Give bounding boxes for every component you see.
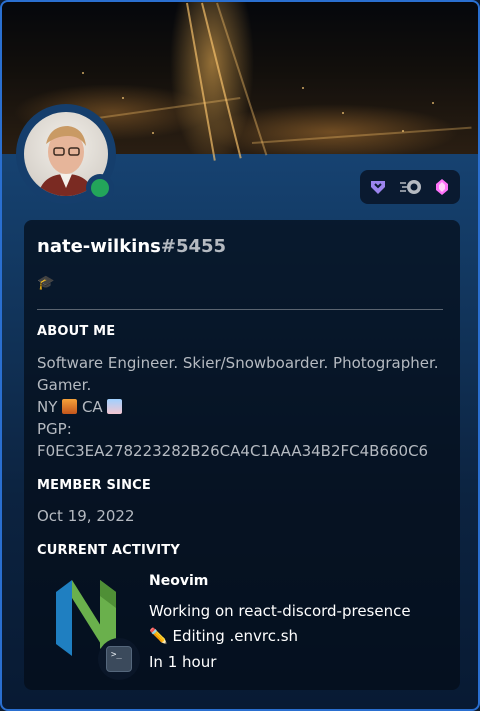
boost-gem-icon[interactable] [432,177,452,197]
pencil-icon: ✏️ [149,627,168,645]
online-status-indicator [86,174,114,202]
ca-label: CA [81,398,103,416]
about-location-line: NY CA [37,396,123,418]
pgp-label: PGP: [37,420,72,438]
terminal-badge: >_ [98,638,140,680]
activity-state-text: Editing .envrc.sh [172,627,299,645]
profile-card: nate-wilkins#5455 🎓 ABOUT ME Software En… [0,0,480,711]
current-activity-title: CURRENT ACTIVITY [37,543,180,558]
activity-state: ✏️ Editing .envrc.sh [149,627,298,645]
profile-body: nate-wilkins#5455 🎓 ABOUT ME Software En… [24,220,460,690]
avatar[interactable] [16,104,116,204]
ny-label: NY [37,398,58,416]
activity-app-name: Neovim [149,573,209,589]
username-text: nate-wilkins [37,236,161,257]
about-line-2: Gamer. [37,376,92,394]
nitro-badge-icon[interactable] [398,177,424,197]
activity-time: In 1 hour [149,653,217,671]
city-skyline-emoji-icon [62,399,78,414]
custom-status-emoji: 🎓 [37,275,55,291]
about-line-1: Software Engineer. Skier/Snowboarder. Ph… [37,354,439,372]
bridge-emoji-icon [107,399,123,414]
terminal-icon: >_ [106,646,132,672]
member-since-title: MEMBER SINCE [37,478,151,493]
online-status-dot [91,179,109,197]
activity-details: Working on react-discord-presence [149,602,411,620]
about-me-title: ABOUT ME [37,324,116,339]
hypesquad-badge-icon[interactable] [368,177,388,197]
pgp-key: F0EC3EA278223282B26CA4C1AAA34B2FC4B660C6 [37,442,429,460]
divider [37,309,443,310]
username[interactable]: nate-wilkins#5455 [37,236,226,257]
badge-list [360,170,460,204]
member-since-date: Oct 19, 2022 [37,507,135,525]
discriminator: #5455 [160,236,227,257]
